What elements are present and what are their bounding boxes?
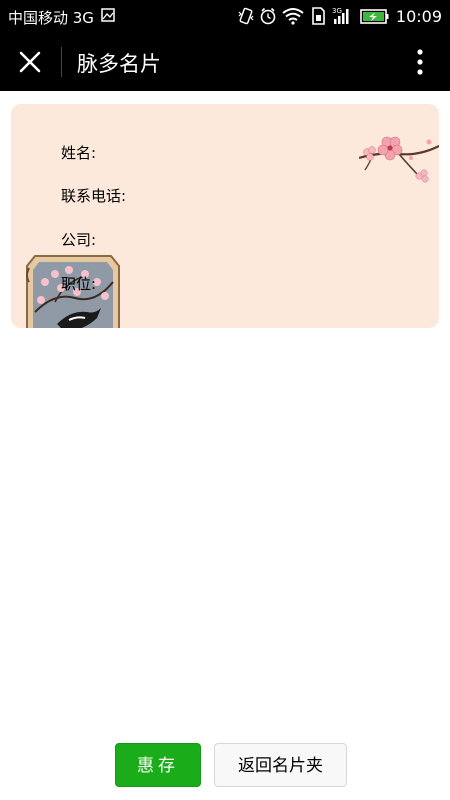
- battery-icon: [360, 9, 389, 24]
- title-bar: 脉多名片: [0, 32, 450, 91]
- clock: 10:09: [395, 7, 442, 26]
- page-title: 脉多名片: [77, 52, 161, 76]
- alarm-icon: [260, 7, 276, 25]
- title-divider: [61, 47, 62, 77]
- wifi-icon: [282, 8, 304, 25]
- action-bar: 惠存 返回名片夹: [0, 743, 450, 787]
- svg-text:3G: 3G: [332, 7, 342, 15]
- position-label: 职位:: [61, 275, 97, 293]
- save-button[interactable]: 惠存: [115, 743, 201, 787]
- carrier-label: 中国移动 3G: [8, 9, 94, 27]
- more-vertical-icon[interactable]: [410, 48, 430, 76]
- sim-icon: [312, 7, 325, 25]
- gallery-icon: [101, 8, 115, 22]
- name-label: 姓名:: [61, 144, 97, 162]
- status-icons: 3G: [238, 7, 389, 25]
- company-label: 公司:: [61, 231, 97, 249]
- business-card: 姓名: 联系电话: 公司: 职位:: [11, 104, 439, 328]
- status-bar: 中国移动 3G 3G 10:09: [0, 0, 450, 32]
- signal-icon: 3G: [332, 7, 349, 24]
- plum-blossom-icon: [359, 136, 439, 183]
- close-icon[interactable]: [18, 50, 42, 74]
- back-to-cards-button[interactable]: 返回名片夹: [214, 743, 347, 787]
- phone-label: 联系电话:: [61, 187, 127, 205]
- vibrate-icon: [238, 7, 254, 25]
